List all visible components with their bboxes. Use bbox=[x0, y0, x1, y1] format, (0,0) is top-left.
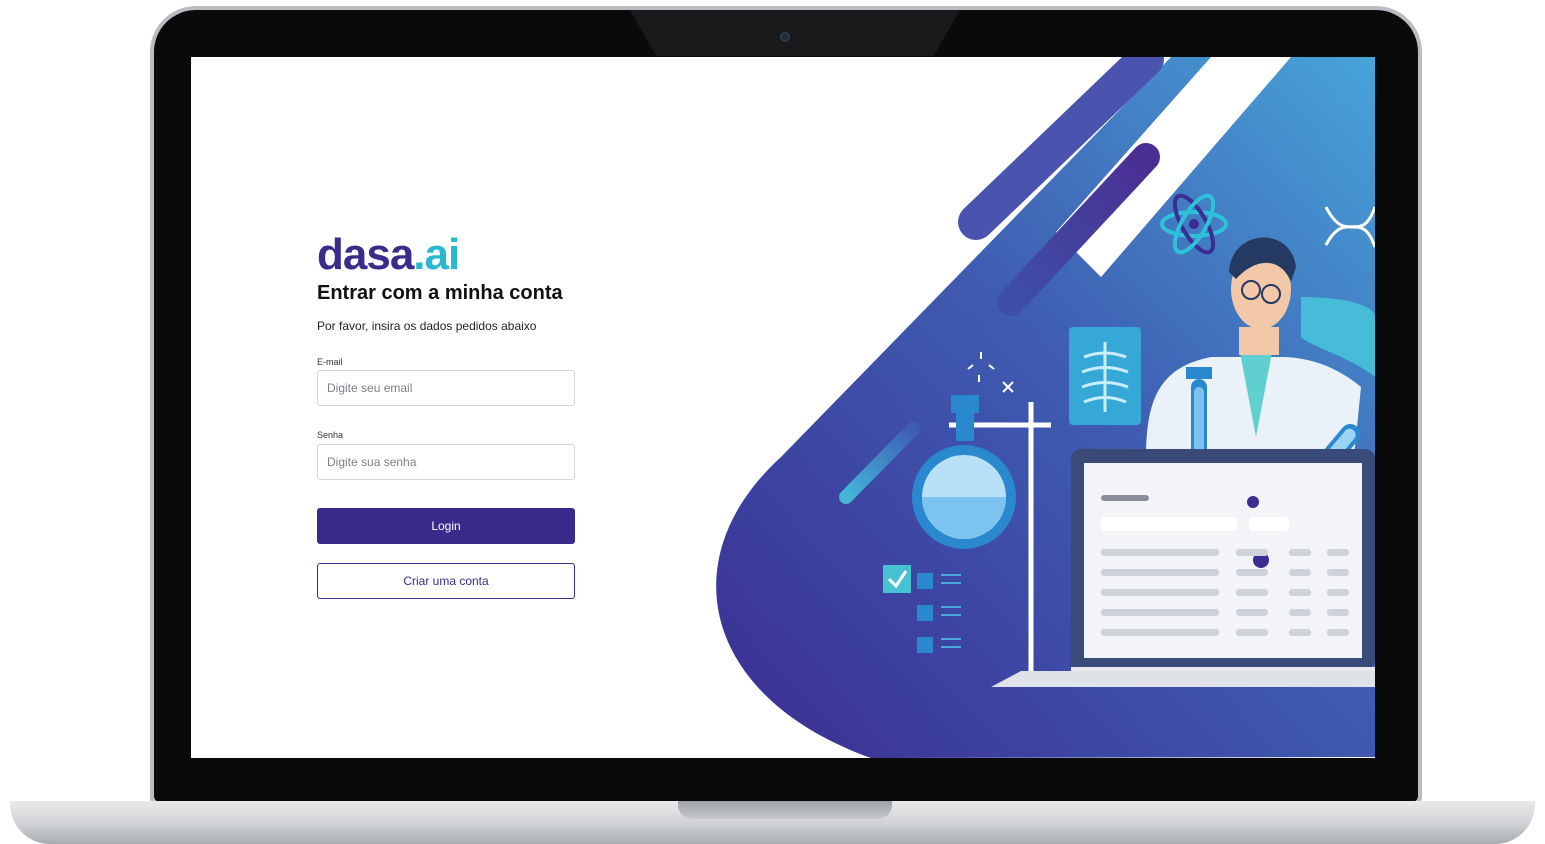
laptop-camera-notch bbox=[630, 10, 960, 56]
laptop-base-notch bbox=[678, 801, 892, 819]
camera-icon bbox=[780, 32, 790, 42]
logo-suffix: .ai bbox=[413, 230, 460, 279]
scientist-illustration bbox=[716, 57, 1375, 758]
login-button[interactable]: Login bbox=[317, 508, 575, 544]
email-field[interactable] bbox=[318, 371, 574, 405]
page-subtitle: Por favor, insira os dados pedidos abaix… bbox=[317, 319, 537, 333]
dasa-logo: dasa.ai bbox=[317, 230, 460, 280]
email-field-container bbox=[317, 370, 575, 406]
login-screen: dasa.ai Entrar com a minha conta Por fav… bbox=[191, 57, 1375, 758]
email-label: E-mail bbox=[317, 357, 343, 367]
create-account-button[interactable]: Criar uma conta bbox=[317, 563, 575, 599]
password-field-container bbox=[317, 444, 575, 480]
password-label: Senha bbox=[317, 430, 344, 440]
password-field[interactable] bbox=[318, 445, 574, 479]
page-title: Entrar com a minha conta bbox=[317, 282, 563, 304]
logo-main: dasa bbox=[317, 230, 414, 279]
xray-icon bbox=[1069, 327, 1141, 425]
